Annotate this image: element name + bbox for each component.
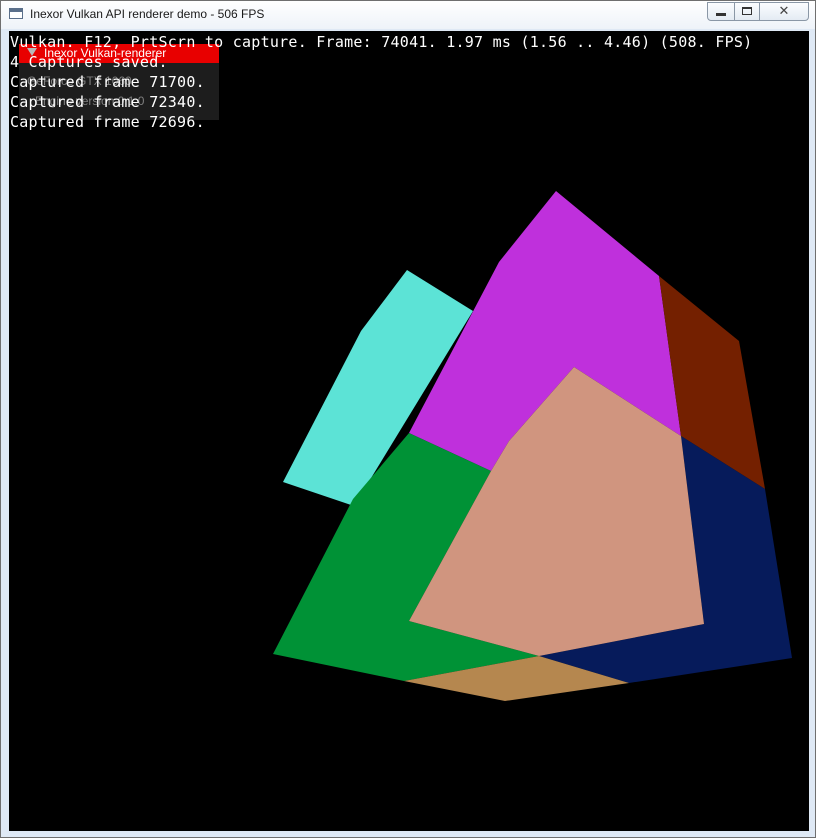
cube-render (273, 191, 792, 701)
window-frame: Inexor Vulkan API renderer demo - 506 FP… (0, 0, 816, 838)
console-captured-frame: Captured frame 72696. (10, 113, 205, 131)
close-button[interactable]: ✕ (759, 3, 808, 20)
close-icon: ✕ (778, 4, 790, 19)
minimize-button[interactable] (708, 3, 734, 20)
console-captures-saved: 4 Captures saved. (10, 53, 168, 71)
title-bar[interactable]: Inexor Vulkan API renderer demo - 506 FP… (1, 1, 815, 29)
minimize-icon (716, 13, 726, 16)
caption-buttons: ✕ (707, 2, 809, 21)
console-status-line: Vulkan. F12, PrtScrn to capture. Frame: … (10, 33, 753, 51)
maximize-button[interactable] (734, 3, 759, 20)
console-captured-frame: Captured frame 72340. (10, 93, 205, 111)
app-window-icon[interactable] (9, 8, 23, 19)
window-title: Inexor Vulkan API renderer demo - 506 FP… (30, 7, 265, 21)
render-viewport[interactable]: Inexor Vulkan-renderer GeForce GTX 1060 … (9, 31, 809, 831)
maximize-icon (742, 7, 752, 15)
console-captured-frame: Captured frame 71700. (10, 73, 205, 91)
